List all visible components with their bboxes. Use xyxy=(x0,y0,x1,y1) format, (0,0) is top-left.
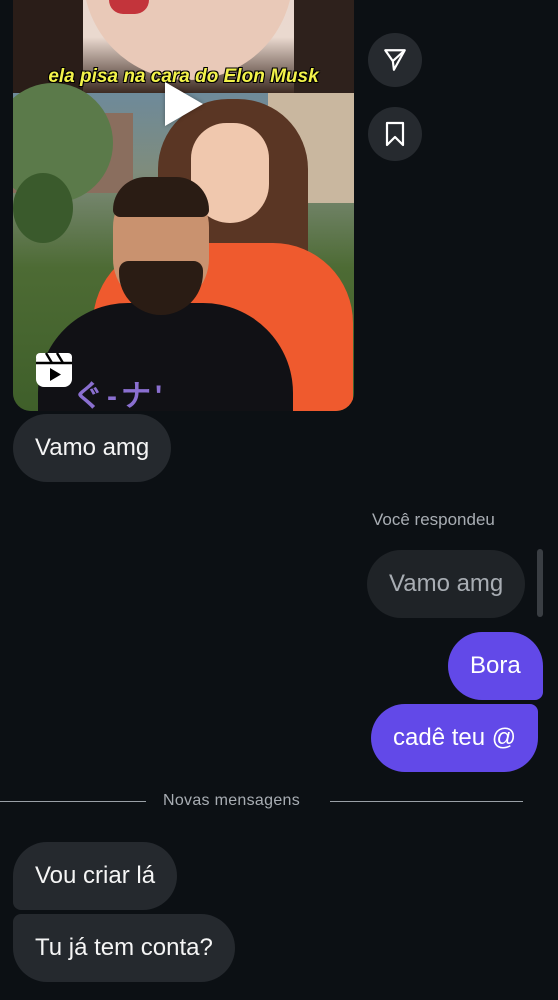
incoming-message[interactable]: Tu já tem conta? xyxy=(13,914,235,982)
replied-label: Você respondeu xyxy=(372,510,495,529)
scrollbar-thumb[interactable] xyxy=(537,549,543,617)
incoming-message[interactable]: Vamo amg xyxy=(13,414,172,482)
share-button[interactable] xyxy=(368,33,422,87)
incoming-message[interactable]: Vou criar lá xyxy=(13,842,178,910)
outgoing-message[interactable]: Bora xyxy=(448,632,543,700)
bookmark-icon xyxy=(385,121,405,147)
save-button[interactable] xyxy=(368,107,422,161)
divider-line-left xyxy=(0,801,146,802)
shared-reel-card[interactable]: ぐ-ナ' ela pisa na cara do Elon Musk xyxy=(13,0,354,411)
replied-quote-bubble[interactable]: Vamo amg xyxy=(367,550,526,618)
shirt-print: ぐ-ナ' xyxy=(73,380,167,411)
divider-line-right xyxy=(330,801,523,802)
play-icon[interactable] xyxy=(165,82,203,126)
reels-icon xyxy=(36,352,72,387)
outgoing-message[interactable]: cadê teu @ xyxy=(371,704,539,772)
new-messages-divider: Novas mensagens xyxy=(163,792,301,809)
paper-plane-icon xyxy=(384,49,406,71)
